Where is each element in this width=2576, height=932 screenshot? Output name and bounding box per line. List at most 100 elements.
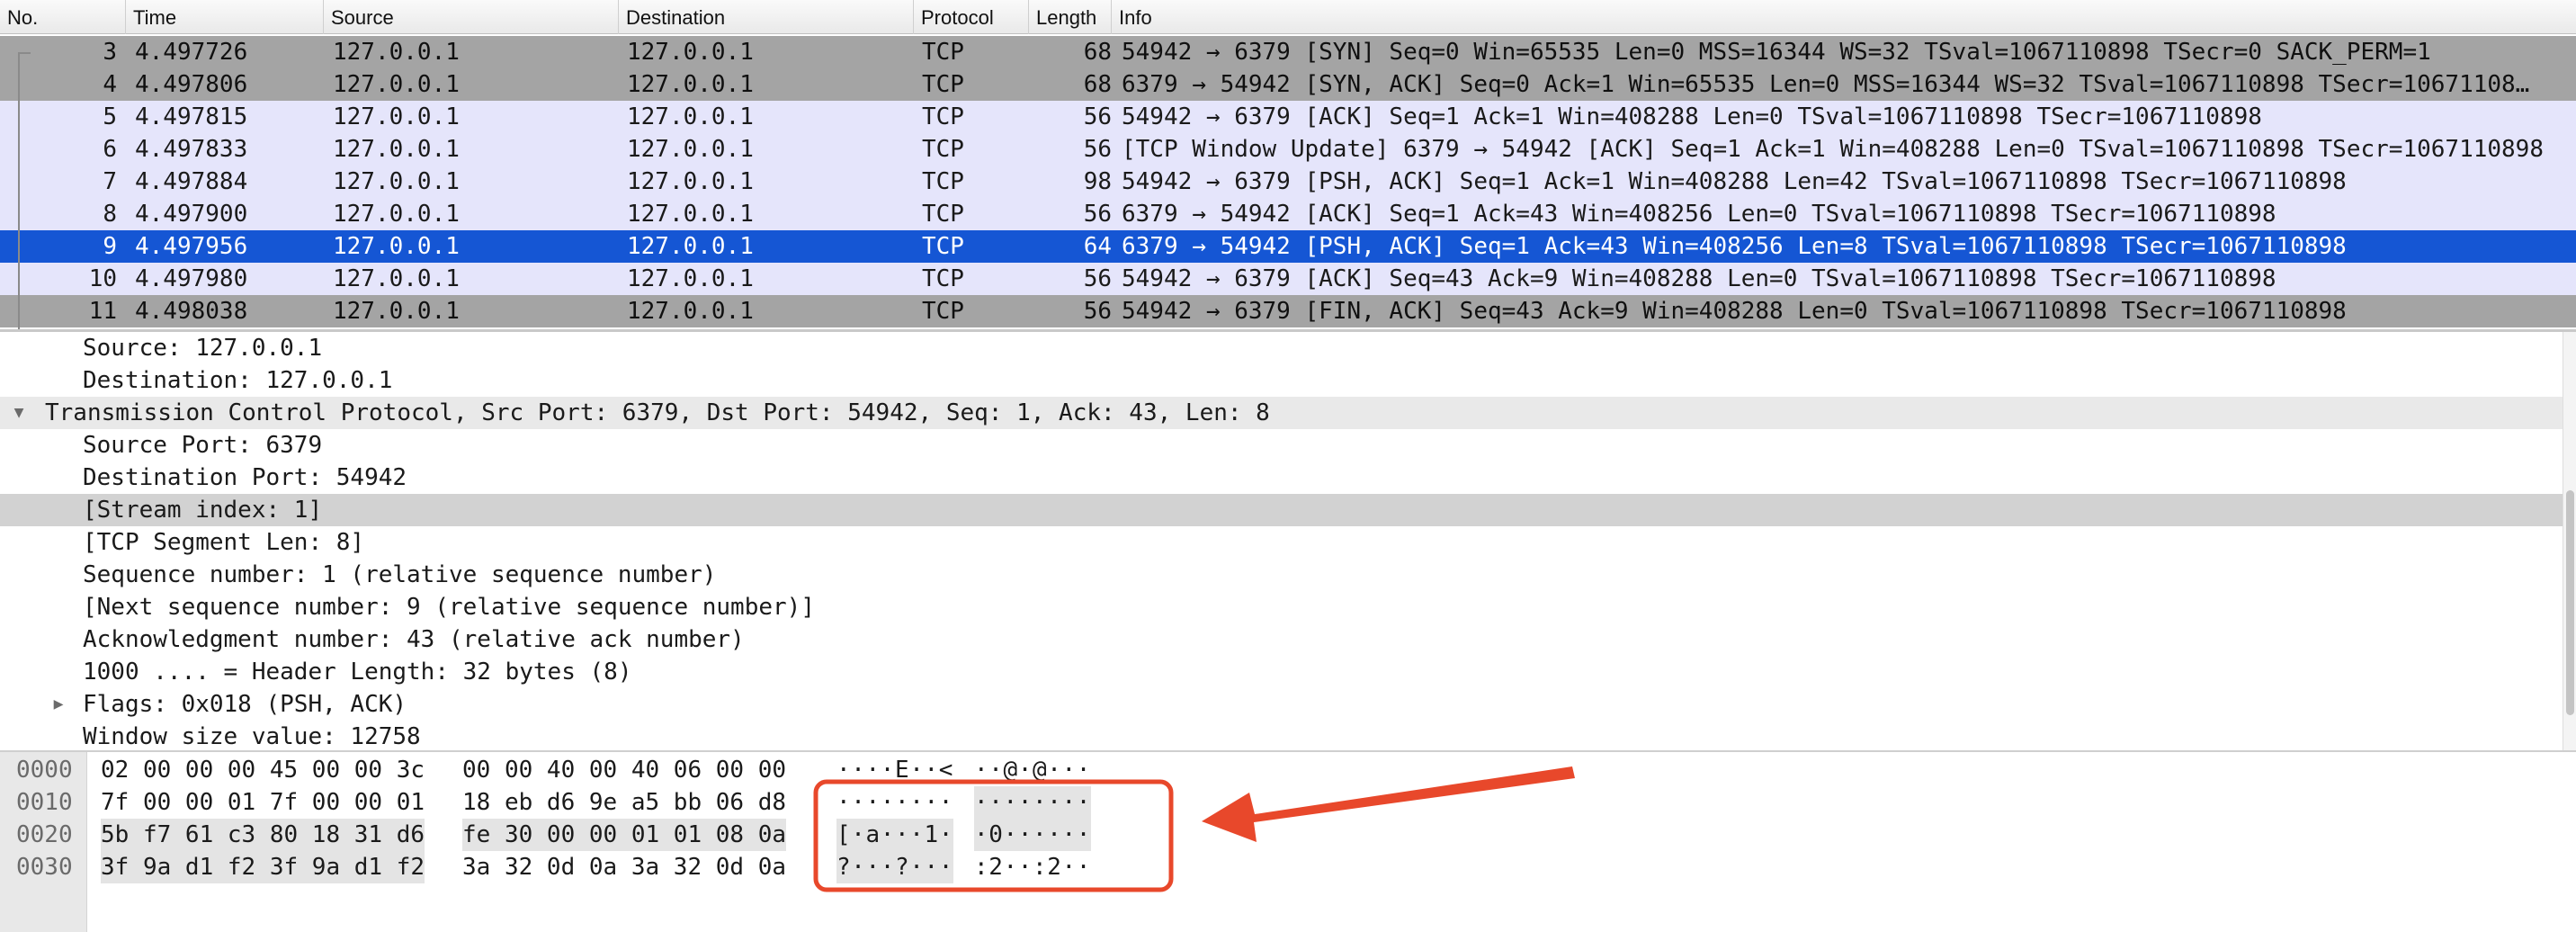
packet-cell-source: 127.0.0.1 (333, 298, 460, 325)
detail-text: Window size value: 12758 (83, 723, 421, 750)
detail-row[interactable]: Source Port: 6379 (0, 429, 2563, 462)
ascii-bytes[interactable]: ·0······ (974, 819, 1092, 851)
packet-cell-destination: 127.0.0.1 (627, 265, 754, 292)
detail-row[interactable]: Destination Port: 54942 (0, 462, 2563, 494)
packet-cell-info: 6379 → 54942 [SYN, ACK] Seq=0 Ack=1 Win=… (1122, 71, 2530, 98)
collapse-triangle-icon[interactable]: ▼ (9, 397, 29, 429)
detail-row[interactable]: ▶ Flags: 0x018 (PSH, ACK) (0, 688, 2563, 721)
packet-row[interactable]: 4 4.497806 127.0.0.1 127.0.0.1 TCP 68 6379 → 5… (0, 68, 2576, 101)
bytes-offset: 0020 (16, 821, 73, 848)
packet-row[interactable]: 8 4.497900 127.0.0.1 127.0.0.1 TCP 56 6379 → 5… (0, 198, 2576, 230)
packet-row[interactable]: 9 4.497956 127.0.0.1 127.0.0.1 TCP 64 6379 → 5… (0, 230, 2576, 263)
packet-cell-length: 98 (1083, 168, 1112, 195)
detail-row[interactable]: Source: 127.0.0.1 (0, 332, 2563, 364)
packet-cell-source: 127.0.0.1 (333, 201, 460, 228)
packet-cell-length: 68 (1083, 39, 1112, 66)
detail-row[interactable]: [TCP Segment Len: 8] (0, 526, 2563, 559)
hex-bytes[interactable]: 5b f7 61 c3 80 18 31 d6 (101, 819, 425, 851)
detail-text: Destination: 127.0.0.1 (83, 367, 393, 394)
details-scrollbar-thumb[interactable] (2566, 490, 2574, 715)
packet-cell-destination: 127.0.0.1 (627, 298, 754, 325)
packet-cell-time: 4.497956 (135, 233, 248, 260)
packet-cell-destination: 127.0.0.1 (627, 71, 754, 98)
packet-cell-length: 56 (1083, 201, 1112, 228)
packet-cell-info: 6379 → 54942 [ACK] Seq=1 Ack=43 Win=4082… (1122, 201, 2276, 228)
packet-bytes-pane: 0000 02 00 00 00 45 00 00 3c 00 00 40 00 4… (0, 750, 2576, 932)
packet-cell-source: 127.0.0.1 (333, 71, 460, 98)
detail-row[interactable]: Acknowledgment number: 43 (relative ack … (0, 623, 2563, 656)
hex-bytes[interactable]: 18 eb d6 9e a5 bb 06 d8 (462, 786, 786, 819)
packet-row[interactable]: 5 4.497815 127.0.0.1 127.0.0.1 TCP 56 54942 → … (0, 101, 2576, 133)
detail-row[interactable]: ▼ Transmission Control Protocol, Src Port… (0, 397, 2563, 429)
ascii-bytes[interactable]: ········ (836, 786, 953, 819)
hex-bytes[interactable]: 7f 00 00 01 7f 00 00 01 (101, 786, 425, 819)
packet-cell-info: [TCP Window Update] 6379 → 54942 [ACK] S… (1122, 136, 2544, 163)
ascii-bytes[interactable]: ?···?··· (836, 851, 954, 883)
detail-text: Flags: 0x018 (PSH, ACK) (83, 691, 407, 718)
detail-row[interactable]: [Next sequence number: 9 (relative seque… (0, 591, 2563, 623)
packet-row[interactable]: 7 4.497884 127.0.0.1 127.0.0.1 TCP 98 54942 → … (0, 166, 2576, 198)
detail-row[interactable]: Window size value: 12758 (0, 721, 2563, 750)
hex-bytes[interactable]: 00 00 40 00 40 06 00 00 (462, 754, 786, 786)
packet-cell-destination: 127.0.0.1 (627, 136, 754, 163)
packet-cell-time: 4.497815 (135, 103, 248, 130)
column-header-source[interactable]: Source (324, 0, 619, 34)
packet-row[interactable]: 11 4.498038 127.0.0.1 127.0.0.1 TCP 56 54942 →… (0, 295, 2576, 327)
detail-text: [TCP Segment Len: 8] (83, 529, 365, 556)
packet-details-pane: Source: 127.0.0.1 Destination: 127.0.0.1 ▼… (0, 332, 2576, 750)
ascii-bytes[interactable]: [·a···1· (836, 819, 954, 851)
packet-cell-destination: 127.0.0.1 (627, 201, 754, 228)
hex-bytes[interactable]: 02 00 00 00 45 00 00 3c (101, 754, 425, 786)
packet-cell-protocol: TCP (922, 168, 964, 195)
packet-cell-length: 56 (1083, 298, 1112, 325)
packet-list: No. Time Source Destination Protocol Len… (0, 0, 2576, 329)
hex-bytes[interactable]: 3a 32 0d 0a 3a 32 0d 0a (462, 851, 786, 883)
hex-bytes[interactable]: fe 30 00 00 01 01 08 0a (462, 819, 787, 851)
detail-text: Acknowledgment number: 43 (relative ack … (83, 626, 745, 653)
detail-text: Source Port: 6379 (83, 432, 323, 459)
detail-text: Source: 127.0.0.1 (83, 335, 323, 362)
hex-bytes[interactable]: 3f 9a d1 f2 3f 9a d1 f2 (101, 851, 425, 883)
detail-row[interactable]: 1000 .... = Header Length: 32 bytes (8) (0, 656, 2563, 688)
ascii-bytes[interactable]: ········ (974, 786, 1092, 819)
column-header-info[interactable]: Info (1112, 0, 2576, 34)
detail-row[interactable]: Destination: 127.0.0.1 (0, 364, 2563, 397)
column-header-time[interactable]: Time (126, 0, 324, 34)
packet-cell-time: 4.497884 (135, 168, 248, 195)
packet-cell-time: 4.497980 (135, 265, 248, 292)
conversation-bracket (18, 52, 20, 329)
packet-cell-destination: 127.0.0.1 (627, 168, 754, 195)
column-header-length[interactable]: Length (1029, 0, 1112, 34)
ascii-bytes[interactable]: ····E··< (836, 754, 953, 786)
column-header-protocol[interactable]: Protocol (914, 0, 1029, 34)
expand-triangle-icon[interactable]: ▶ (49, 688, 68, 721)
packet-cell-destination: 127.0.0.1 (627, 103, 754, 130)
conversation-bracket-start (18, 52, 31, 54)
packet-cell-protocol: TCP (922, 265, 964, 292)
packet-cell-length: 56 (1083, 265, 1112, 292)
detail-row[interactable]: [Stream index: 1] (0, 494, 2563, 526)
ascii-bytes[interactable]: :2··:2·· (974, 851, 1091, 883)
detail-text: [Next sequence number: 9 (relative seque… (83, 594, 815, 621)
packet-cell-protocol: TCP (922, 103, 964, 130)
packet-cell-source: 127.0.0.1 (333, 265, 460, 292)
packet-cell-length: 56 (1083, 103, 1112, 130)
detail-row[interactable]: Sequence number: 1 (relative sequence nu… (0, 559, 2563, 591)
packet-cell-info: 54942 → 6379 [SYN] Seq=0 Win=65535 Len=0… (1122, 39, 2431, 66)
column-header-destination[interactable]: Destination (619, 0, 914, 34)
detail-text: Sequence number: 1 (relative sequence nu… (83, 561, 717, 588)
detail-text: 1000 .... = Header Length: 32 bytes (8) (83, 659, 632, 686)
packet-row[interactable]: 6 4.497833 127.0.0.1 127.0.0.1 TCP 56 [TCP Win… (0, 133, 2576, 166)
column-header-no[interactable]: No. (0, 0, 126, 34)
packet-cell-info: 54942 → 6379 [ACK] Seq=1 Ack=1 Win=40828… (1122, 103, 2262, 130)
bytes-row: 0000 02 00 00 00 45 00 00 3c 00 00 40 00 4… (0, 754, 1169, 786)
packet-row[interactable]: 3 4.497726 127.0.0.1 127.0.0.1 TCP 68 54942 → … (0, 36, 2576, 68)
details-scrollbar[interactable] (2563, 332, 2576, 750)
packet-cell-info: 54942 → 6379 [PSH, ACK] Seq=1 Ack=1 Win=… (1122, 168, 2347, 195)
ascii-bytes[interactable]: ··@·@··· (974, 754, 1091, 786)
bytes-row: 0010 7f 00 00 01 7f 00 00 01 18 eb d6 9e a… (0, 786, 1169, 819)
packet-row[interactable]: 10 4.497980 127.0.0.1 127.0.0.1 TCP 56 54942 →… (0, 263, 2576, 295)
packet-cell-destination: 127.0.0.1 (627, 233, 754, 260)
detail-text: Transmission Control Protocol, Src Port:… (45, 399, 1270, 426)
packet-cell-time: 4.497900 (135, 201, 248, 228)
